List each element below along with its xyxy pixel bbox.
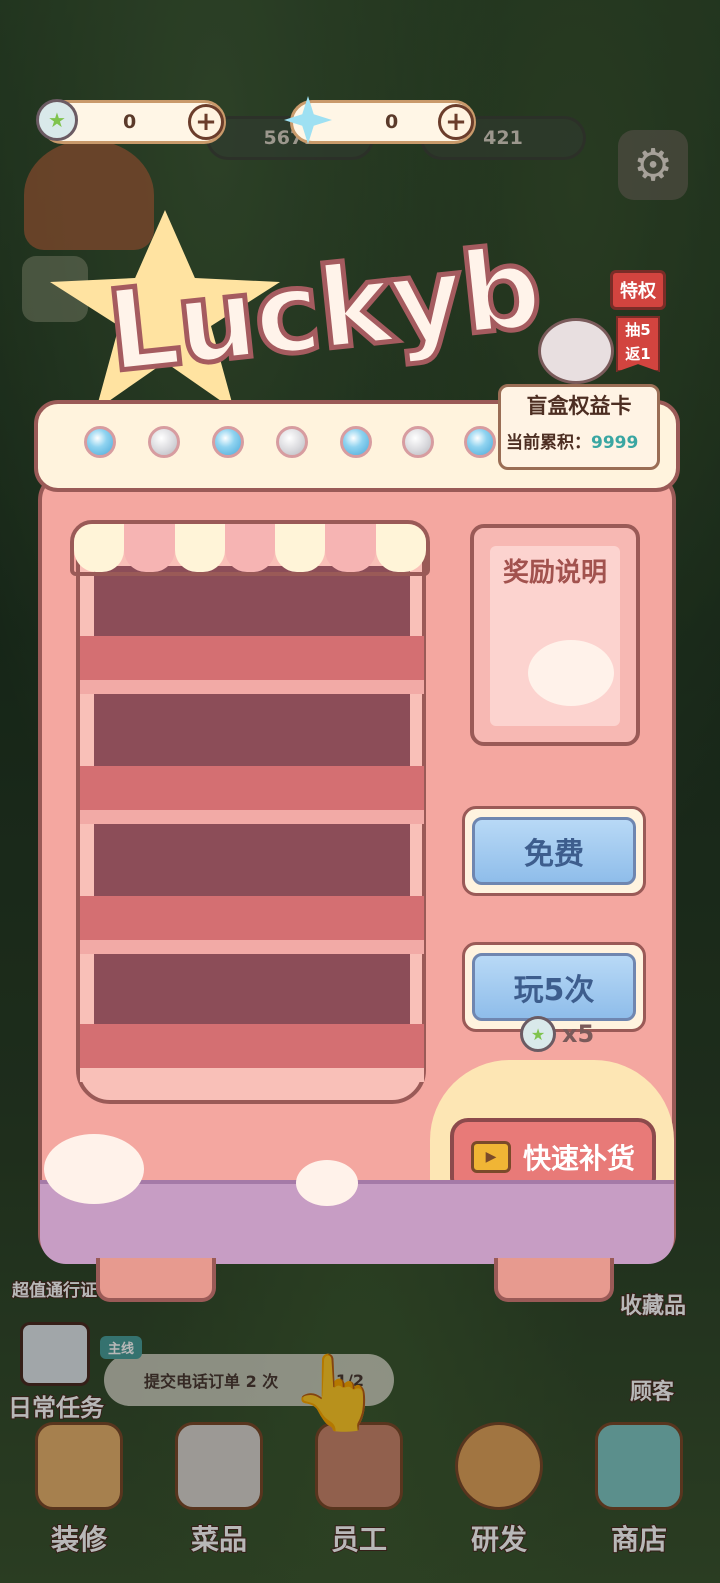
blind-box-bag-icon (538, 318, 614, 384)
indicator-light-4 (276, 426, 308, 458)
indicator-light-3 (212, 426, 244, 458)
shelf-3 (80, 896, 424, 954)
shelf-2 (80, 766, 424, 824)
video-ad-icon: ▶ (470, 1141, 511, 1173)
accumulated-label: 当前累积： (506, 433, 591, 453)
indicator-light-2 (148, 426, 180, 458)
coin-icon: ★ (36, 99, 78, 141)
machine-leg-left (96, 1258, 216, 1302)
accumulated-value: 9999 (591, 433, 639, 453)
machine-leg-right (494, 1258, 614, 1302)
paw-print-icon (528, 640, 614, 706)
free-draw-label: 免费 (472, 817, 636, 885)
privilege-tag[interactable]: 特权 (610, 270, 666, 310)
shelf-4 (80, 1024, 424, 1082)
machine-base (40, 1180, 674, 1264)
play-5-cost: x5 (562, 1020, 595, 1048)
free-draw-button[interactable]: 免费 (462, 806, 646, 896)
quick-restock-label: 快速补货 (522, 1142, 635, 1175)
add-coin-button[interactable]: + (188, 104, 224, 140)
add-gem-button[interactable]: + (438, 104, 474, 140)
indicator-light-6 (402, 426, 434, 458)
bonus-ribbon: 抽5返1 (616, 316, 660, 372)
shelf-1 (80, 636, 424, 694)
play-5-times-button[interactable]: 玩5次 (462, 942, 646, 1032)
indicator-light-1 (84, 426, 116, 458)
coin-value: 0 (123, 111, 137, 133)
awning (70, 520, 430, 576)
reward-info-title: 奖励说明 (502, 558, 607, 588)
indicator-light-7 (464, 426, 496, 458)
benefit-card-title: 盲盒权益卡 (526, 394, 632, 418)
cost-coin-icon: ★ (520, 1016, 556, 1052)
indicator-light-5 (340, 426, 372, 458)
play-5-label: 玩5次 (472, 953, 636, 1021)
gem-value: 0 (385, 111, 399, 133)
small-paw-icon (296, 1160, 358, 1206)
cloud-decoration (44, 1134, 144, 1204)
benefit-card-accumulated: 当前累积：9999 (506, 428, 638, 453)
